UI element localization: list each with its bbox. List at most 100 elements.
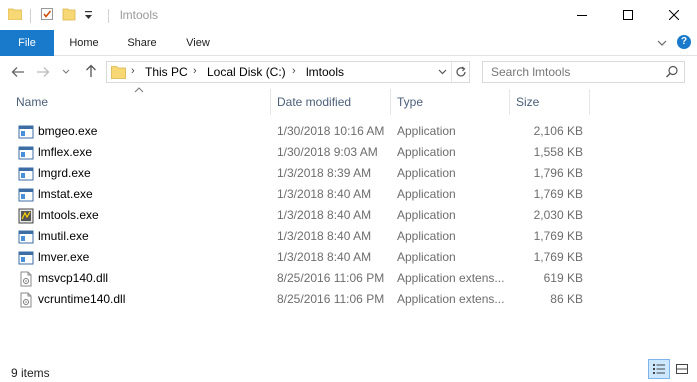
folder-icon[interactable]: [8, 8, 22, 20]
file-size: 1,769 KB: [533, 250, 583, 264]
breadcrumb-this-pc[interactable]: This PC: [145, 65, 188, 79]
tab-view[interactable]: View: [174, 30, 222, 56]
help-button[interactable]: ?: [677, 35, 691, 49]
breadcrumb-local-disk[interactable]: Local Disk (C:): [207, 65, 286, 79]
expand-ribbon-button[interactable]: [655, 36, 669, 50]
tab-home[interactable]: Home: [60, 30, 108, 56]
window-title: lmtools: [120, 8, 159, 22]
search-box[interactable]: [482, 61, 685, 83]
back-arrow-icon: [11, 67, 24, 77]
file-name[interactable]: msvcp140.dll: [38, 271, 108, 285]
address-bar[interactable]: › This PC › Local Disk (C:) › lmtools: [106, 61, 470, 83]
properties-icon[interactable]: [40, 7, 54, 21]
file-row[interactable]: lmflex.exe 1/30/2018 9:03 AM Application 1,…: [12, 142, 602, 163]
file-row[interactable]: bmgeo.exe 1/30/2018 10:16 AM Application 2,…: [12, 121, 602, 142]
chevron-down-icon: [62, 69, 70, 74]
recent-locations-button[interactable]: [61, 64, 71, 80]
file-type: Application: [397, 124, 456, 138]
application-icon: [18, 167, 34, 181]
file-date-modified: 1/3/2018 8:40 AM: [277, 187, 372, 201]
file-name[interactable]: lmflex.exe: [38, 145, 92, 159]
breadcrumb-separator-icon[interactable]: ›: [193, 65, 197, 77]
application-icon: [18, 251, 34, 265]
address-history-button[interactable]: [433, 62, 451, 82]
large-icons-view-button[interactable]: [671, 359, 693, 379]
maximize-icon: [623, 10, 633, 20]
file-name[interactable]: bmgeo.exe: [38, 124, 97, 138]
file-date-modified: 1/3/2018 8:40 AM: [277, 250, 372, 264]
file-type: Application: [397, 187, 456, 201]
file-type: Application: [397, 250, 456, 264]
application-icon: [18, 125, 34, 139]
ribbon-tabs: File Home Share View ?: [0, 30, 697, 56]
up-arrow-icon: [86, 64, 96, 77]
folder-icon: [111, 66, 126, 79]
application-icon: [18, 188, 34, 202]
minimize-button[interactable]: [559, 0, 605, 30]
refresh-icon: [456, 66, 466, 77]
file-size: 1,796 KB: [533, 166, 583, 180]
breadcrumb-lmtools[interactable]: lmtools: [306, 65, 344, 79]
forward-arrow-icon: [37, 67, 50, 77]
status-item-count: 9 items: [11, 366, 50, 380]
dll-file-icon: [20, 292, 32, 308]
file-size: 86 KB: [550, 292, 583, 306]
file-row[interactable]: lmgrd.exe 1/3/2018 8:39 AM Application 1,79…: [12, 163, 602, 184]
search-input[interactable]: [484, 63, 664, 81]
refresh-button[interactable]: [451, 62, 470, 82]
column-header-type[interactable]: Type: [391, 89, 510, 115]
file-type: Application: [397, 229, 456, 243]
breadcrumb-separator-icon[interactable]: ›: [131, 65, 135, 77]
file-row[interactable]: lmtools.exe 1/3/2018 8:40 AM Application 2,…: [12, 205, 602, 226]
breadcrumb-separator-icon[interactable]: ›: [292, 65, 296, 77]
maximize-button[interactable]: [605, 0, 651, 30]
file-row[interactable]: msvcp140.dll 8/25/2016 11:06 PM Applicatio…: [12, 268, 602, 289]
file-date-modified: 1/3/2018 8:40 AM: [277, 229, 372, 243]
new-folder-icon[interactable]: [62, 7, 76, 21]
column-header-date-modified[interactable]: Date modified: [271, 89, 391, 115]
file-row[interactable]: lmstat.exe 1/3/2018 8:40 AM Application 1,7…: [12, 184, 602, 205]
file-type: Application: [397, 166, 456, 180]
details-view-icon: [653, 364, 665, 374]
tab-file[interactable]: File: [0, 30, 54, 56]
file-size: 2,030 KB: [533, 208, 583, 222]
tab-share[interactable]: Share: [118, 30, 166, 56]
title-separator: [30, 9, 31, 23]
up-button[interactable]: [83, 63, 99, 79]
file-row[interactable]: lmutil.exe 1/3/2018 8:40 AM Application 1,7…: [12, 226, 602, 247]
file-size: 619 KB: [543, 271, 583, 285]
details-view-button[interactable]: [648, 359, 670, 379]
file-date-modified: 1/3/2018 8:40 AM: [277, 208, 372, 222]
file-size: 1,769 KB: [533, 187, 583, 201]
file-size: 1,769 KB: [533, 229, 583, 243]
application-icon: [18, 230, 34, 244]
dll-file-icon: [20, 271, 32, 287]
file-date-modified: 1/30/2018 10:16 AM: [277, 124, 385, 138]
file-date-modified: 8/25/2016 11:06 PM: [277, 271, 385, 285]
minimize-icon: [577, 15, 587, 16]
file-name[interactable]: lmgrd.exe: [38, 166, 91, 180]
file-row[interactable]: lmver.exe 1/3/2018 8:40 AM Application 1,76…: [12, 247, 602, 268]
file-type: Application: [397, 208, 456, 222]
file-name[interactable]: lmver.exe: [38, 250, 89, 264]
file-name[interactable]: lmtools.exe: [38, 208, 99, 222]
forward-button[interactable]: [35, 64, 51, 80]
chevron-down-icon: [657, 40, 667, 46]
title-separator: [108, 9, 109, 23]
back-button[interactable]: [10, 64, 26, 80]
file-size: 2,106 KB: [533, 124, 583, 138]
file-name[interactable]: vcruntime140.dll: [38, 292, 125, 306]
file-type: Application: [397, 145, 456, 159]
file-row[interactable]: vcruntime140.dll 8/25/2016 11:06 PM Applic…: [12, 289, 602, 310]
column-header-name[interactable]: Name: [10, 89, 271, 115]
quick-access-dropdown-icon[interactable]: [84, 11, 93, 21]
application-icon: [18, 146, 34, 160]
column-header-size[interactable]: Size: [510, 89, 590, 115]
file-name[interactable]: lmutil.exe: [38, 229, 89, 243]
search-icon[interactable]: [665, 65, 679, 79]
lmtools-app-icon: [18, 208, 34, 224]
file-name[interactable]: lmstat.exe: [38, 187, 93, 201]
file-size: 1,558 KB: [533, 145, 583, 159]
large-icons-view-icon: [676, 364, 688, 374]
close-button[interactable]: [651, 0, 697, 30]
